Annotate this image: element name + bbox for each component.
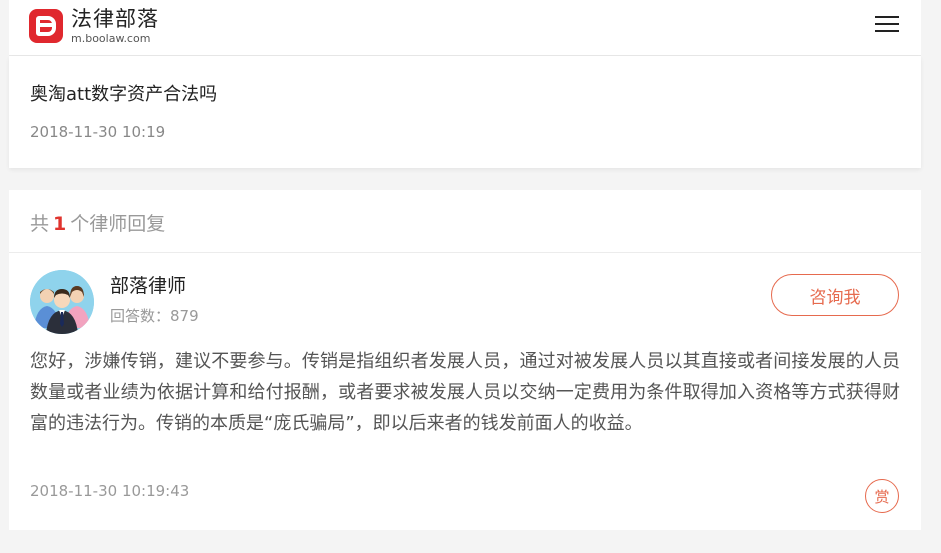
lawyer-group-avatar-icon bbox=[30, 270, 94, 334]
answer-count-heading: 共 1 个律师回复 bbox=[30, 209, 165, 236]
reward-button[interactable]: 赏 bbox=[865, 479, 899, 513]
logo-url: m.boolaw.com bbox=[71, 31, 151, 45]
count-prefix: 共 bbox=[30, 213, 50, 235]
lawyer-answer-count: 回答数：879 bbox=[110, 307, 199, 325]
lawyer-name[interactable]: 部落律师 bbox=[110, 271, 186, 298]
answer-time: 2018-11-30 10:19:43 bbox=[30, 482, 190, 500]
question-time: 2018-11-30 10:19 bbox=[30, 123, 166, 141]
count-number: 1 bbox=[53, 213, 67, 235]
count-suffix: 个律师回复 bbox=[70, 213, 166, 235]
top-header: 法律部落 m.boolaw.com bbox=[9, 0, 921, 56]
logo-name: 法律部落 bbox=[71, 6, 159, 31]
question-title: 奥淘att数字资产合法吗 bbox=[30, 84, 218, 105]
question-card: 奥淘att数字资产合法吗 2018-11-30 10:19 bbox=[9, 56, 921, 168]
answer-body: 您好，涉嫌传销，建议不要参与。传销是指组织者发展人员，通过对被发展人员以其直接或… bbox=[30, 351, 900, 434]
logo-text: 法律部落 m.boolaw.com bbox=[71, 6, 159, 45]
lawyer-avatar[interactable] bbox=[30, 270, 94, 334]
consult-button[interactable]: 咨询我 bbox=[771, 274, 899, 316]
divider bbox=[9, 252, 921, 253]
boolaw-logo-icon bbox=[29, 9, 63, 43]
answers-card: 共 1 个律师回复 部落律师 回答数：879 咨询我 您好，涉嫌传销，建议不要参与。… bbox=[9, 190, 921, 530]
menu-icon[interactable] bbox=[875, 14, 899, 34]
site-logo[interactable]: 法律部落 m.boolaw.com bbox=[29, 6, 159, 46]
